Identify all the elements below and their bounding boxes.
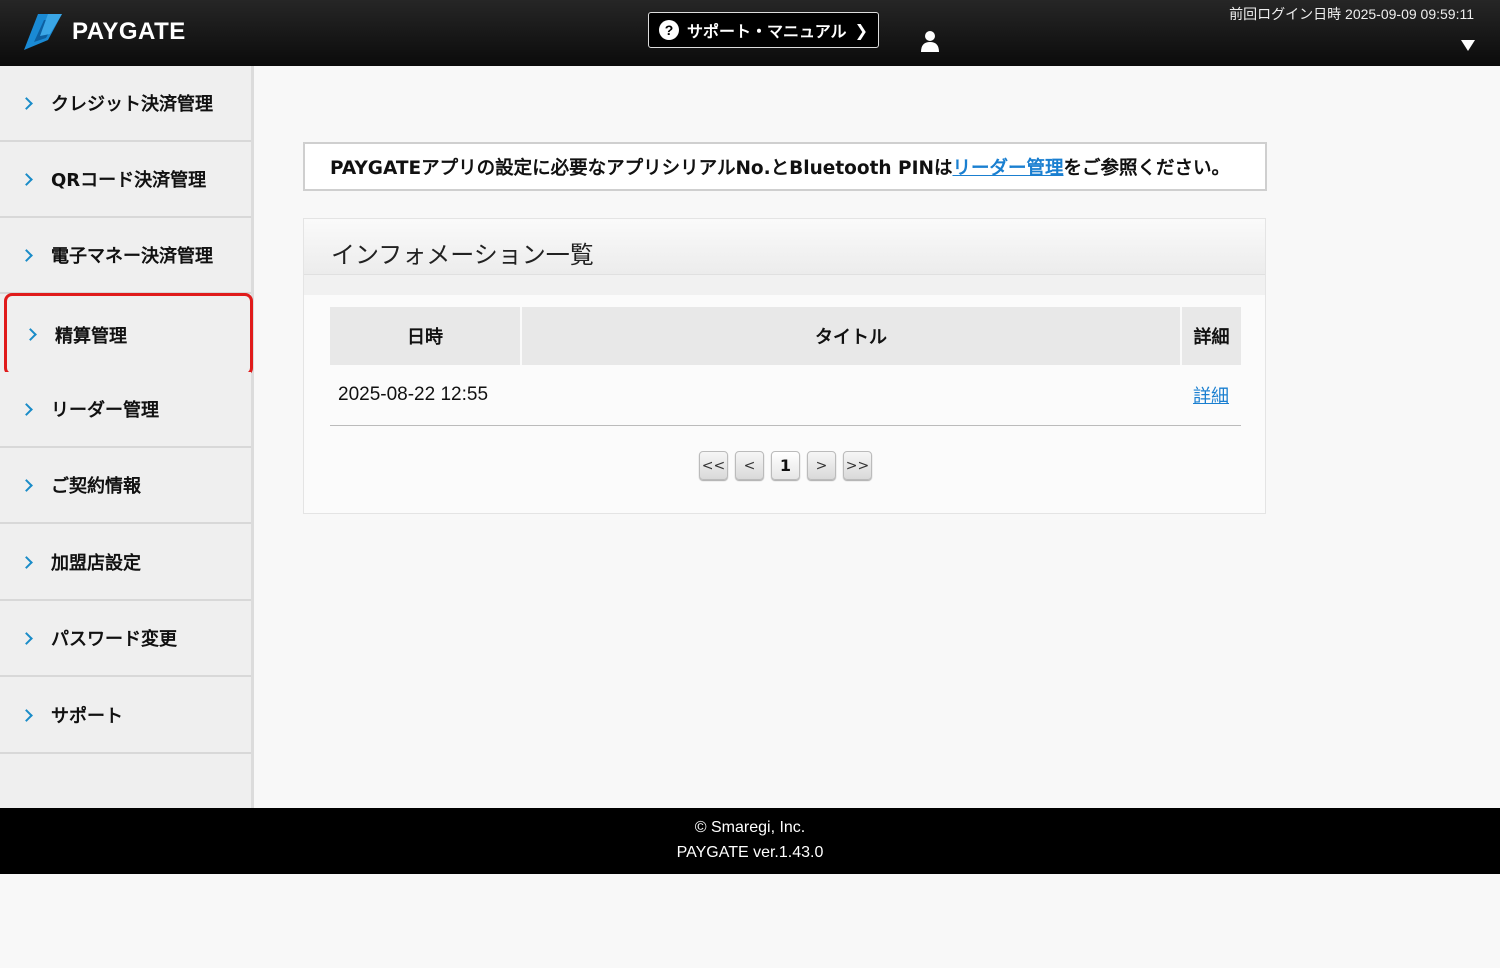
sidebar-item-label: ご契約情報 <box>51 476 141 497</box>
sidebar-item-label: QRコード決済管理 <box>51 170 207 191</box>
sidebar-item-label: 精算管理 <box>55 325 127 347</box>
chevron-right-icon <box>20 555 33 569</box>
prev-page-button[interactable]: < <box>735 451 764 480</box>
sidebar-item-label: 電子マネー決済管理 <box>51 246 213 267</box>
triangle-down-icon[interactable] <box>1461 40 1475 51</box>
sidebar-item-contract[interactable]: ご契約情報 <box>0 448 251 524</box>
chevron-right-icon: ❯ <box>854 20 868 40</box>
information-table: 日時 タイトル 詳細 2025-08-22 12:55 詳細 <box>330 307 1241 426</box>
footer-version: PAYGATE ver.1.43.0 <box>676 844 824 861</box>
notice-banner: PAYGATEアプリの設定に必要なアプリシリアルNo.とBluetooth PI… <box>303 142 1267 191</box>
question-circle-icon: ? <box>659 20 680 40</box>
pagination: << < 1 > >> <box>699 451 872 480</box>
cell-detail: 詳細 <box>1181 365 1241 426</box>
sidebar-item-qr[interactable]: QRコード決済管理 <box>0 142 251 218</box>
user-icon[interactable] <box>920 30 940 52</box>
first-page-button[interactable]: << <box>699 451 728 480</box>
sidebar: クレジット決済管理 QRコード決済管理 電子マネー決済管理 精算管理 リーダー管… <box>0 66 254 808</box>
column-header-title: タイトル <box>521 307 1182 365</box>
sidebar-item-support[interactable]: サポート <box>0 678 251 754</box>
sidebar-item-emoney[interactable]: 電子マネー決済管理 <box>0 218 251 294</box>
sidebar-item-reader[interactable]: リーダー管理 <box>0 372 251 448</box>
panel-divider <box>304 275 1265 295</box>
footer-copyright: © Smaregi, Inc. <box>694 819 806 836</box>
paygate-logo[interactable]: PAYGATE <box>24 12 186 52</box>
next-page-button[interactable]: > <box>807 451 836 480</box>
sidebar-item-label: サポート <box>51 706 123 727</box>
footer: © Smaregi, Inc. PAYGATE ver.1.43.0 <box>0 808 1500 874</box>
reader-management-link[interactable]: リーダー管理 <box>952 154 1063 180</box>
sidebar-item-label: リーダー管理 <box>51 400 159 421</box>
detail-link[interactable]: 詳細 <box>1193 386 1229 407</box>
panel-title: インフォメーション一覧 <box>331 241 594 269</box>
column-header-date: 日時 <box>330 307 522 365</box>
last-page-button[interactable]: >> <box>843 451 872 480</box>
sidebar-item-label: クレジット決済管理 <box>51 94 213 115</box>
support-manual-button[interactable]: ? サポート・マニュアル ❯ <box>648 12 879 48</box>
logo-text: PAYGATE <box>72 18 186 45</box>
chevron-right-icon <box>20 402 33 416</box>
paygate-logo-icon <box>24 14 62 50</box>
notice-text-before: PAYGATEアプリの設定に必要なアプリシリアルNo.とBluetooth PI… <box>330 157 953 179</box>
column-header-detail: 詳細 <box>1181 307 1241 365</box>
chevron-right-icon <box>20 478 33 492</box>
table-header-row: 日時 タイトル 詳細 <box>330 307 1241 365</box>
chevron-right-icon <box>24 328 37 341</box>
sidebar-item-merchant[interactable]: 加盟店設定 <box>0 525 251 601</box>
sidebar-item-label: 加盟店設定 <box>51 553 141 574</box>
last-login-datetime: 前回ログイン日時 2025-09-09 09:59:11 <box>1229 6 1474 22</box>
information-panel: インフォメーション一覧 日時 タイトル 詳細 2025-08-22 12:55 … <box>303 218 1266 514</box>
chevron-right-icon <box>20 172 33 186</box>
sidebar-item-label: パスワード変更 <box>51 629 177 650</box>
cell-title <box>521 365 1181 426</box>
sidebar-item-credit[interactable]: クレジット決済管理 <box>0 66 251 142</box>
sidebar-item-password[interactable]: パスワード変更 <box>0 601 251 677</box>
sidebar-item-settlement[interactable]: 精算管理 <box>4 293 253 376</box>
cell-date: 2025-08-22 12:55 <box>330 365 521 426</box>
chevron-right-icon <box>20 248 33 262</box>
chevron-right-icon <box>20 96 33 110</box>
chevron-right-icon <box>20 631 33 645</box>
support-manual-label: サポート・マニュアル <box>687 22 847 41</box>
chevron-right-icon <box>20 708 33 722</box>
page-1-button[interactable]: 1 <box>771 451 800 480</box>
top-header: PAYGATE ? サポート・マニュアル ❯ 前回ログイン日時 2025-09-… <box>0 0 1500 66</box>
table-row: 2025-08-22 12:55 詳細 <box>330 365 1241 426</box>
notice-text-after: をご参照ください。 <box>1063 157 1230 179</box>
